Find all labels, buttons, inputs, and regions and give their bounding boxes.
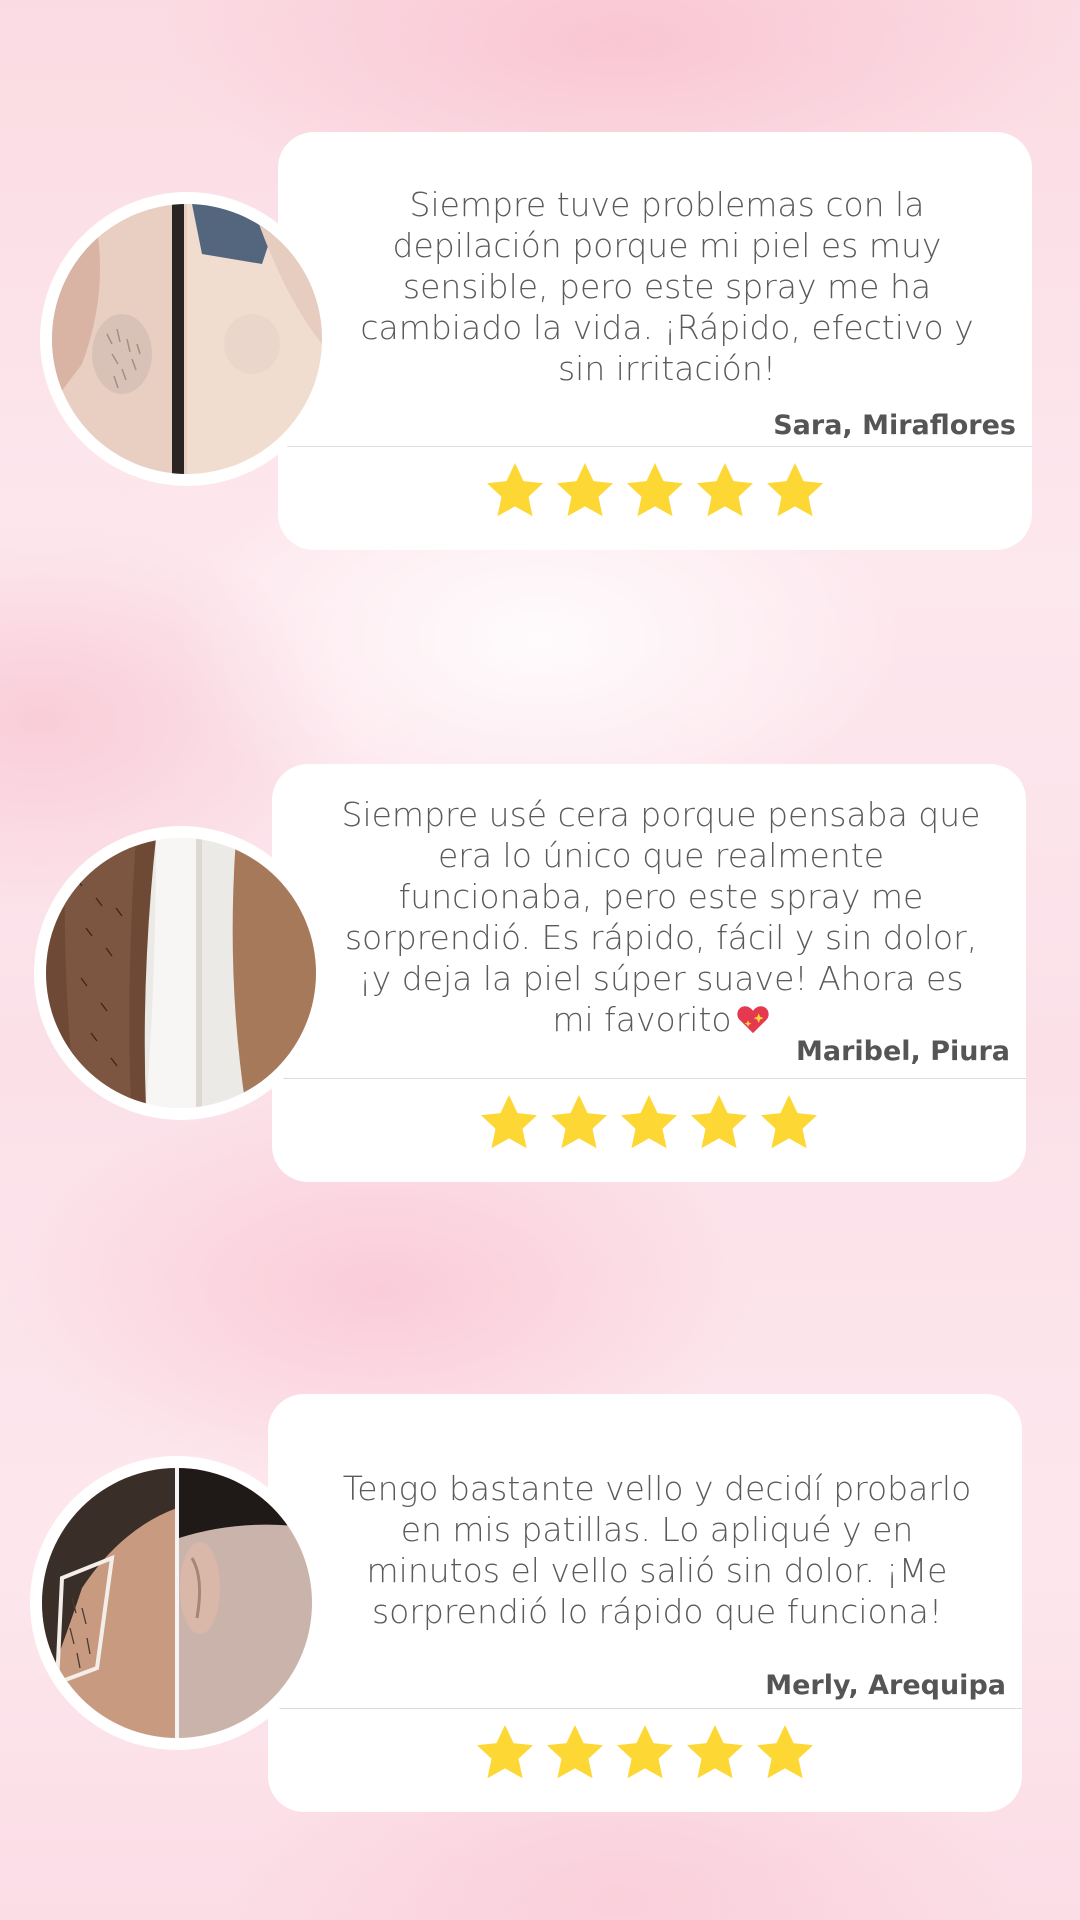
underarm-before-after-photo <box>52 204 322 474</box>
arm-before-after-photo <box>46 838 316 1108</box>
review-quote-text: Siempre usé cera porque pensaba que era … <box>341 795 981 1039</box>
star-rating <box>268 1720 1022 1800</box>
avatar <box>30 1456 324 1750</box>
review-card-body: Siempre tuve problemas con la depilación… <box>278 132 1032 550</box>
star-icon <box>622 458 688 524</box>
review-author: Maribel, Piura <box>795 1036 1010 1067</box>
star-icon <box>482 458 548 524</box>
star-rating <box>278 458 1032 538</box>
star-icon <box>542 1720 608 1786</box>
star-icon <box>682 1720 748 1786</box>
star-icon <box>552 458 618 524</box>
review-card-body: Siempre usé cera porque pensaba que era … <box>272 764 1026 1182</box>
star-icon <box>612 1720 678 1786</box>
star-icon <box>476 1090 542 1156</box>
review-card-body: Tengo bastante vello y decidí probarlo e… <box>268 1394 1022 1812</box>
star-icon <box>692 458 758 524</box>
star-rating <box>272 1090 1026 1170</box>
star-icon <box>546 1090 612 1156</box>
star-icon <box>752 1720 818 1786</box>
sparkling-heart-icon <box>736 1003 770 1035</box>
divider <box>278 446 1032 447</box>
avatar <box>34 826 328 1120</box>
avatar <box>40 192 334 486</box>
sideburn-before-after-photo <box>42 1468 312 1738</box>
star-icon <box>762 458 828 524</box>
review-author: Merly, Arequipa <box>765 1670 1006 1701</box>
divider <box>268 1708 1022 1709</box>
star-icon <box>686 1090 752 1156</box>
review-author: Sara, Miraflores <box>773 410 1016 441</box>
review-quote: Siempre tuve problemas con la depilación… <box>360 185 974 388</box>
star-icon <box>616 1090 682 1156</box>
review-quote: Tengo bastante vello y decidí probarlo e… <box>342 1469 972 1631</box>
star-icon <box>756 1090 822 1156</box>
divider <box>272 1078 1026 1079</box>
star-icon <box>472 1720 538 1786</box>
review-quote: Siempre usé cera porque pensaba que era … <box>336 794 986 1040</box>
